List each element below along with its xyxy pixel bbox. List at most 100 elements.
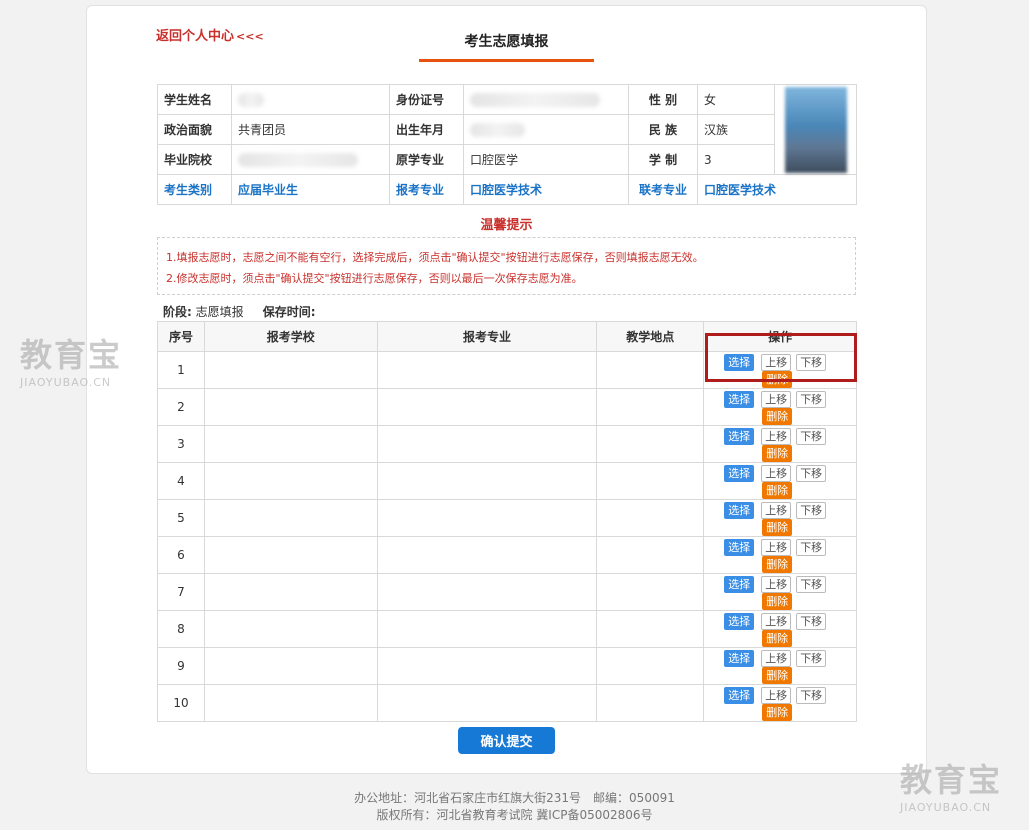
move-up-button[interactable]: 上移 bbox=[761, 650, 792, 667]
move-down-button[interactable]: 下移 bbox=[796, 613, 827, 630]
select-button[interactable]: 选择 bbox=[724, 613, 755, 630]
select-button[interactable]: 选择 bbox=[724, 650, 755, 667]
highlight-box bbox=[705, 333, 857, 382]
value-political: 共青团员 bbox=[231, 114, 390, 145]
row-school bbox=[203, 425, 378, 463]
select-button[interactable]: 选择 bbox=[724, 687, 755, 704]
label-political: 政治面貌 bbox=[157, 114, 232, 145]
table-row: 6 选择 上移 下移 删除 bbox=[157, 536, 857, 574]
tips-box: 1.填报志愿时，志愿之间不能有空行，选择完成后，须点击"确认提交"按钮进行志愿保… bbox=[157, 237, 856, 295]
row-location bbox=[596, 647, 705, 685]
select-button[interactable]: 选择 bbox=[724, 539, 755, 556]
stage-label: 阶段: bbox=[163, 305, 192, 319]
delete-button[interactable]: 删除 bbox=[762, 630, 793, 647]
blurred-name bbox=[238, 92, 264, 107]
move-down-button[interactable]: 下移 bbox=[796, 502, 827, 519]
move-down-button[interactable]: 下移 bbox=[796, 650, 827, 667]
move-up-button[interactable]: 上移 bbox=[761, 428, 792, 445]
row-index: 6 bbox=[157, 536, 205, 574]
row-actions: 选择 上移 下移 删除 bbox=[703, 573, 857, 611]
back-link-label: 返回个人中心 bbox=[156, 29, 235, 44]
row-school bbox=[203, 388, 378, 426]
move-up-button[interactable]: 上移 bbox=[761, 539, 792, 556]
table-row: 3 选择 上移 下移 删除 bbox=[157, 425, 857, 463]
row-actions: 选择 上移 下移 删除 bbox=[703, 388, 857, 426]
delete-button[interactable]: 删除 bbox=[762, 704, 793, 721]
row-major bbox=[376, 388, 598, 426]
row-major bbox=[376, 684, 598, 722]
back-arrows-icon: <<< bbox=[236, 30, 264, 43]
table-row: 10 选择 上移 下移 删除 bbox=[157, 684, 857, 722]
table-row: 2 选择 上移 下移 删除 bbox=[157, 388, 857, 426]
blurred-id bbox=[470, 92, 600, 107]
move-down-button[interactable]: 下移 bbox=[796, 391, 827, 408]
delete-button[interactable]: 删除 bbox=[762, 408, 793, 425]
row-index: 2 bbox=[157, 388, 205, 426]
move-down-button[interactable]: 下移 bbox=[796, 465, 827, 482]
delete-button[interactable]: 删除 bbox=[762, 667, 793, 684]
move-up-button[interactable]: 上移 bbox=[761, 576, 792, 593]
stage-line: 阶段: 志愿填报 保存时间: bbox=[163, 303, 316, 320]
delete-button[interactable]: 删除 bbox=[762, 556, 793, 573]
delete-button[interactable]: 删除 bbox=[762, 482, 793, 499]
row-actions: 选择 上移 下移 删除 bbox=[703, 425, 857, 463]
row-index: 8 bbox=[157, 610, 205, 648]
row-actions: 选择 上移 下移 删除 bbox=[703, 684, 857, 722]
row-actions: 选择 上移 下移 删除 bbox=[703, 536, 857, 574]
delete-button[interactable]: 删除 bbox=[762, 519, 793, 536]
row-major bbox=[376, 647, 598, 685]
delete-button[interactable]: 删除 bbox=[762, 593, 793, 610]
watermark-en: JIAOYUBAO.CN bbox=[20, 376, 112, 389]
value-birth bbox=[463, 114, 629, 145]
row-school bbox=[203, 573, 378, 611]
move-down-button[interactable]: 下移 bbox=[796, 687, 827, 704]
confirm-submit-button[interactable]: 确认提交 bbox=[458, 727, 555, 754]
move-up-button[interactable]: 上移 bbox=[761, 391, 792, 408]
row-major bbox=[376, 425, 598, 463]
row-location bbox=[596, 462, 705, 500]
watermark-en: JIAOYUBAO.CN bbox=[900, 801, 992, 814]
delete-button[interactable]: 删除 bbox=[762, 445, 793, 462]
value-school bbox=[231, 144, 390, 175]
move-up-button[interactable]: 上移 bbox=[761, 687, 792, 704]
move-down-button[interactable]: 下移 bbox=[796, 428, 827, 445]
footer-address: 办公地址：河北省石家庄市红旗大街231号 邮编：050091 bbox=[354, 791, 675, 805]
label-category: 考生类别 bbox=[157, 174, 232, 205]
back-to-profile-link[interactable]: 返回个人中心 <<< bbox=[156, 25, 264, 44]
move-up-button[interactable]: 上移 bbox=[761, 465, 792, 482]
table-row: 8 选择 上移 下移 删除 bbox=[157, 610, 857, 648]
watermark-right: 教育宝 JIAOYUBAO.CN bbox=[900, 755, 1002, 814]
move-down-button[interactable]: 下移 bbox=[796, 539, 827, 556]
select-button[interactable]: 选择 bbox=[724, 428, 755, 445]
stage-value: 志愿填报 bbox=[195, 305, 244, 319]
select-button[interactable]: 选择 bbox=[724, 391, 755, 408]
move-up-button[interactable]: 上移 bbox=[761, 613, 792, 630]
row-index: 9 bbox=[157, 647, 205, 685]
select-button[interactable]: 选择 bbox=[724, 465, 755, 482]
student-info-table: 学生姓名 身份证号 性 别 女 政治面貌 共青团员 出生年月 民 族 汉族 毕业… bbox=[157, 84, 857, 205]
move-down-button[interactable]: 下移 bbox=[796, 576, 827, 593]
row-index: 7 bbox=[157, 573, 205, 611]
label-orig-major: 原学专业 bbox=[389, 144, 464, 175]
move-up-button[interactable]: 上移 bbox=[761, 502, 792, 519]
row-location bbox=[596, 610, 705, 648]
label-school: 毕业院校 bbox=[157, 144, 232, 175]
select-button[interactable]: 选择 bbox=[724, 576, 755, 593]
blurred-school bbox=[238, 152, 358, 167]
header-major: 报考专业 bbox=[376, 321, 598, 352]
value-apply-major: 口腔医学技术 bbox=[463, 174, 629, 205]
page-title: 考生志愿填报 bbox=[464, 34, 549, 50]
row-major bbox=[376, 573, 598, 611]
header-school: 报考学校 bbox=[203, 321, 378, 352]
select-button[interactable]: 选择 bbox=[724, 502, 755, 519]
row-location bbox=[596, 684, 705, 722]
row-school bbox=[203, 499, 378, 537]
row-location bbox=[596, 499, 705, 537]
header-index: 序号 bbox=[157, 321, 205, 352]
value-years: 3 bbox=[697, 144, 775, 175]
row-school bbox=[203, 351, 378, 389]
row-location bbox=[596, 536, 705, 574]
label-years: 学 制 bbox=[628, 144, 698, 175]
label-ethnicity: 民 族 bbox=[628, 114, 698, 145]
row-major bbox=[376, 499, 598, 537]
